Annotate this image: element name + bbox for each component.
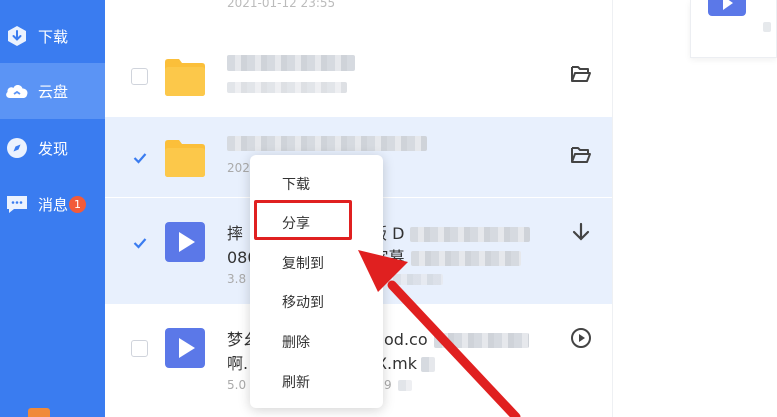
video-icon — [165, 328, 205, 368]
file-meta — [227, 80, 347, 94]
row-checkbox[interactable] — [131, 68, 148, 85]
sidebar-item-label: 发现 — [38, 139, 69, 158]
unread-badge: 1 — [69, 195, 87, 213]
compass-icon — [4, 135, 30, 161]
file-name — [227, 133, 427, 152]
sidebar-item-discover[interactable]: 发现 — [0, 120, 105, 176]
video-icon — [165, 222, 205, 262]
sidebar-bottom-icon[interactable] — [28, 408, 50, 417]
row-checkbox[interactable] — [131, 340, 148, 357]
folder-open-icon[interactable] — [569, 143, 593, 167]
download-arrow-icon[interactable] — [569, 220, 593, 244]
folder-open-icon[interactable] — [569, 62, 593, 86]
download-icon — [4, 23, 30, 49]
folder-icon — [165, 58, 205, 96]
panel-divider — [612, 0, 613, 417]
file-name — [227, 52, 355, 71]
sidebar-item-label: 消息 — [38, 195, 69, 214]
blurred-text — [763, 16, 777, 32]
table-row[interactable] — [105, 36, 612, 116]
cloud-icon — [4, 78, 30, 104]
file-meta: 2021-01-12 23:55 — [227, 0, 336, 10]
table-row[interactable]: 2021-01-12 23:55 — [105, 0, 612, 10]
share-highlight-box — [254, 200, 352, 240]
row-checkbox-checked[interactable] — [131, 149, 148, 166]
row-checkbox-checked[interactable] — [131, 234, 148, 251]
menu-item-delete[interactable]: 删除 — [250, 326, 383, 358]
menu-item-download[interactable]: 下载 — [250, 168, 383, 200]
sidebar-item-messages[interactable]: 消息 1 — [0, 176, 105, 232]
menu-item-copy-to[interactable]: 复制到 — [250, 247, 383, 279]
context-menu: 下载 分享 复制到 移动到 删除 刷新 — [250, 155, 383, 408]
file-meta: 202 — [227, 161, 250, 175]
sidebar-item-label: 云盘 — [38, 82, 69, 101]
menu-item-move-to[interactable]: 移动到 — [250, 286, 383, 318]
folder-icon — [165, 139, 205, 177]
sidebar: 下载 云盘 发现 消息 1 — [0, 0, 105, 417]
video-icon — [708, 0, 746, 16]
transfer-card[interactable] — [690, 0, 777, 58]
play-circle-icon[interactable] — [569, 326, 593, 350]
sidebar-item-download[interactable]: 下载 — [0, 8, 105, 64]
sidebar-item-label: 下载 — [38, 27, 69, 46]
message-icon — [4, 191, 30, 217]
sidebar-item-cloud[interactable]: 云盘 — [0, 63, 105, 119]
menu-item-refresh[interactable]: 刷新 — [250, 366, 383, 398]
